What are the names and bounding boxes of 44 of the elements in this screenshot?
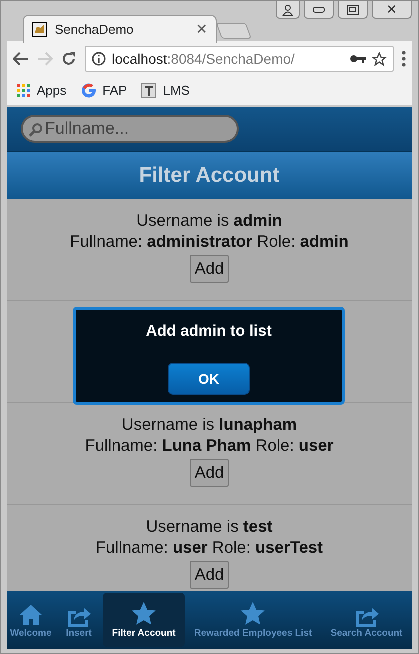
account-details: Fullname: administrator Role: admin: [70, 232, 349, 253]
tab-item[interactable]: Insert: [55, 593, 103, 647]
ok-button[interactable]: OK: [168, 363, 250, 396]
title-text: Filter Account: [139, 162, 280, 189]
bookmark[interactable]: FAP: [80, 81, 128, 101]
tab-item[interactable]: Search Account: [321, 593, 412, 647]
star-icon: [131, 600, 158, 627]
add-button[interactable]: Add: [190, 561, 230, 589]
user-icon[interactable]: [276, 1, 300, 19]
add-button[interactable]: Add: [190, 255, 230, 283]
tab-item[interactable]: Welcome: [7, 593, 55, 647]
maximize-icon[interactable]: [338, 1, 368, 19]
cat-icon: [32, 22, 47, 37]
tab-title: SenchaDemo: [55, 20, 135, 39]
search-field[interactable]: Fullname...: [21, 115, 239, 143]
bookmark[interactable]: LMS: [141, 81, 190, 101]
account-details: Fullname: user Role: userTest: [96, 538, 324, 559]
username-text: Username is lunapham: [122, 415, 298, 436]
tab-item[interactable]: Filter Account: [103, 593, 186, 647]
google-icon: [80, 83, 97, 99]
menu-icon[interactable]: [402, 51, 406, 67]
url-text: localhost:8084/SenchaDemo/: [112, 50, 296, 68]
star-icon: [240, 600, 266, 627]
add-button[interactable]: Add: [190, 459, 230, 487]
back-icon[interactable]: [13, 52, 29, 66]
reload-icon[interactable]: [61, 51, 77, 67]
close-button[interactable]: ✕: [372, 1, 412, 19]
username-text: Username is admin: [136, 211, 282, 232]
dialog-message: Add admin to list: [146, 322, 272, 342]
account-details: Fullname: Luna Pham Role: user: [85, 436, 334, 457]
address-bar[interactable]: localhost:8084/SenchaDemo/: [85, 46, 394, 72]
star-icon[interactable]: [372, 52, 387, 66]
browser-tab[interactable]: SenchaDemo ✕: [23, 15, 217, 43]
search-icon: [29, 123, 43, 137]
info-icon: [92, 52, 106, 66]
close-icon[interactable]: ✕: [196, 19, 208, 40]
home-icon: [19, 602, 43, 627]
username-text: Username is test: [146, 517, 273, 538]
apps-icon: [17, 84, 31, 98]
page-icon: [141, 83, 158, 99]
tab-item[interactable]: Rewarded Employees List: [185, 593, 322, 647]
minimize-icon[interactable]: [304, 1, 334, 19]
key-icon[interactable]: [350, 54, 366, 64]
bookmark[interactable]: Apps: [17, 81, 67, 101]
